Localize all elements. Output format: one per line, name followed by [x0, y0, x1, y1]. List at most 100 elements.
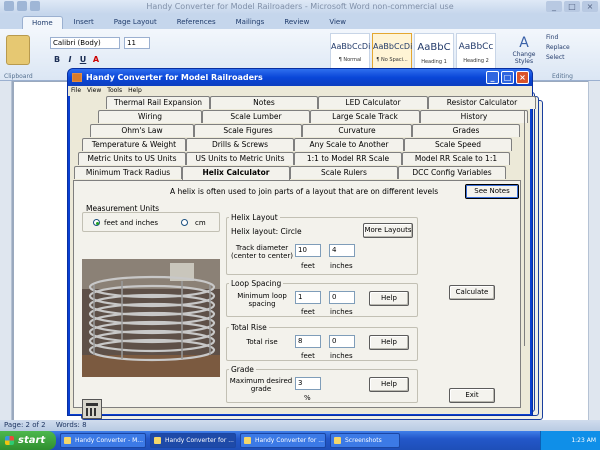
tab-resistor-calculator[interactable]: Resistor Calculator: [428, 96, 536, 109]
grade-group: Grade Maximum desired grade 3 % Help: [226, 365, 418, 403]
radio-feet-inches[interactable]: [93, 219, 100, 226]
bold-icon[interactable]: B: [52, 55, 62, 65]
tab-model-to-full-scale[interactable]: Model RR Scale to 1:1: [402, 152, 510, 165]
helix-help-text: A helix is often used to join parts of a…: [170, 187, 439, 196]
tab-wiring[interactable]: Wiring: [98, 110, 202, 123]
style-no-spacing[interactable]: AaBbCcDi ¶ No Spaci...: [372, 33, 412, 69]
find-button[interactable]: Find: [546, 33, 570, 43]
ribbon-tab-insert[interactable]: Insert: [65, 16, 103, 29]
maximize-icon[interactable]: □: [501, 71, 514, 84]
replace-button[interactable]: Replace: [546, 43, 570, 53]
ribbon-tab-review[interactable]: Review: [275, 16, 318, 29]
undo-icon[interactable]: [30, 1, 40, 11]
radio-feet-inches-label[interactable]: feet and inches: [104, 219, 158, 227]
exit-button[interactable]: Exit: [449, 388, 495, 403]
tab-any-scale-to-another[interactable]: Any Scale to Another: [294, 138, 404, 151]
tab-minimum-track-radius[interactable]: Minimum Track Radius: [74, 166, 182, 179]
minimize-icon[interactable]: _: [486, 71, 499, 84]
helix-photo: [82, 259, 220, 377]
tab-large-scale-track[interactable]: Large Scale Track: [310, 110, 420, 123]
style-heading-2[interactable]: AaBbCc Heading 2: [456, 33, 496, 69]
menu-tools[interactable]: Tools: [107, 86, 122, 96]
office-button-icon[interactable]: [4, 1, 14, 11]
tab-curvature[interactable]: Curvature: [302, 124, 412, 137]
grade-title: Grade: [229, 365, 256, 374]
word-status-bar: Page: 2 of 2 Words: 8: [0, 420, 600, 431]
tab-metric-to-us[interactable]: Metric Units to US Units: [78, 152, 186, 165]
underline-icon[interactable]: U: [78, 55, 88, 65]
tab-dcc-config-variables[interactable]: DCC Config Variables: [398, 166, 506, 179]
diameter-inches-input[interactable]: 4: [329, 244, 355, 257]
calculate-button[interactable]: Calculate: [449, 285, 495, 300]
inches-unit-label: inches: [330, 308, 353, 316]
see-notes-button[interactable]: See Notes: [465, 184, 519, 199]
tab-helix-calculator[interactable]: Helix Calculator: [182, 166, 290, 180]
calculator-icon[interactable]: [82, 399, 102, 419]
taskbar-item[interactable]: Handy Converter - M...: [60, 433, 146, 448]
style-normal[interactable]: AaBbCcDi ¶ Normal: [330, 33, 370, 69]
rise-inches-input[interactable]: 0: [329, 335, 355, 348]
taskbar-item[interactable]: Screenshots: [330, 433, 400, 448]
font-size-select[interactable]: 11: [124, 37, 150, 49]
tab-temperature-weight[interactable]: Temperature & Weight: [82, 138, 186, 151]
radio-cm-label[interactable]: cm: [195, 219, 206, 227]
tab-history[interactable]: History: [420, 110, 528, 123]
loop-inches-input[interactable]: 0: [329, 291, 355, 304]
select-button[interactable]: Select: [546, 53, 570, 63]
tab-ohms-law[interactable]: Ohm's Law: [90, 124, 194, 137]
minimize-icon[interactable]: _: [546, 1, 562, 12]
loop-feet-input[interactable]: 1: [295, 291, 321, 304]
start-button[interactable]: start: [0, 431, 56, 450]
tab-full-to-model-scale[interactable]: 1:1 to Model RR Scale: [294, 152, 402, 165]
tab-scale-speed[interactable]: Scale Speed: [404, 138, 512, 151]
helix-calculator-panel: A helix is often used to join parts of a…: [73, 180, 521, 419]
tab-thermal-rail-expansion[interactable]: Thermal Rail Expansion: [106, 96, 210, 109]
train-icon: [72, 73, 82, 82]
total-rise-title: Total Rise: [229, 323, 269, 332]
tab-led-calculator[interactable]: LED Calculator: [318, 96, 428, 109]
close-icon[interactable]: ×: [582, 1, 598, 12]
style-sample: AaBbCc: [458, 42, 494, 52]
quick-access-toolbar[interactable]: [4, 1, 40, 11]
ribbon-tab-view[interactable]: View: [320, 16, 355, 29]
style-heading-1[interactable]: AaBbC Heading 1: [414, 33, 454, 69]
diameter-feet-input[interactable]: 10: [295, 244, 321, 257]
loop-help-button[interactable]: Help: [369, 291, 409, 306]
change-styles-button[interactable]: A Change Styles: [510, 35, 538, 65]
radio-cm[interactable]: [181, 219, 188, 226]
tab-row: Wiring Scale Lumber Large Scale Track Hi…: [98, 110, 528, 123]
font-color-icon[interactable]: A: [91, 55, 101, 65]
document-scrollbar[interactable]: [588, 81, 600, 420]
tab-scale-lumber[interactable]: Scale Lumber: [202, 110, 310, 123]
tab-notes[interactable]: Notes: [210, 96, 318, 109]
rise-help-button[interactable]: Help: [369, 335, 409, 350]
taskbar-item[interactable]: Handy Converter for ...: [240, 433, 326, 448]
grade-help-button[interactable]: Help: [369, 377, 409, 392]
more-layouts-button[interactable]: More Layouts: [363, 223, 413, 238]
tab-grades[interactable]: Grades: [412, 124, 520, 137]
maximize-icon[interactable]: □: [564, 1, 580, 12]
tab-us-to-metric[interactable]: US Units to Metric Units: [186, 152, 294, 165]
menu-view[interactable]: View: [87, 86, 101, 96]
save-icon[interactable]: [17, 1, 27, 11]
format-buttons: B I U A: [52, 55, 101, 65]
taskbar-item[interactable]: Handy Converter for ...: [150, 433, 236, 448]
menu-help[interactable]: Help: [128, 86, 142, 96]
paste-icon[interactable]: [6, 35, 30, 65]
tab-scale-figures[interactable]: Scale Figures: [194, 124, 302, 137]
converter-title-bar[interactable]: Handy Converter for Model Railroaders _ …: [68, 69, 532, 86]
ribbon-tab-references[interactable]: References: [168, 16, 225, 29]
font-name-select[interactable]: Calibri (Body): [50, 37, 120, 49]
ribbon-tab-page-layout[interactable]: Page Layout: [105, 16, 166, 29]
tab-row: Minimum Track Radius Helix Calculator Sc…: [74, 166, 506, 180]
grade-input[interactable]: 3: [295, 377, 321, 390]
close-icon[interactable]: ×: [516, 71, 529, 84]
menu-file[interactable]: File: [71, 86, 81, 96]
style-label: Heading 1: [421, 59, 447, 65]
tab-drills-screws[interactable]: Drills & Screws: [186, 138, 294, 151]
rise-feet-input[interactable]: 8: [295, 335, 321, 348]
ribbon-tab-mailings[interactable]: Mailings: [227, 16, 274, 29]
ribbon-tab-home[interactable]: Home: [22, 16, 63, 29]
italic-icon[interactable]: I: [65, 55, 75, 65]
tab-scale-rulers[interactable]: Scale Rulers: [290, 166, 398, 179]
